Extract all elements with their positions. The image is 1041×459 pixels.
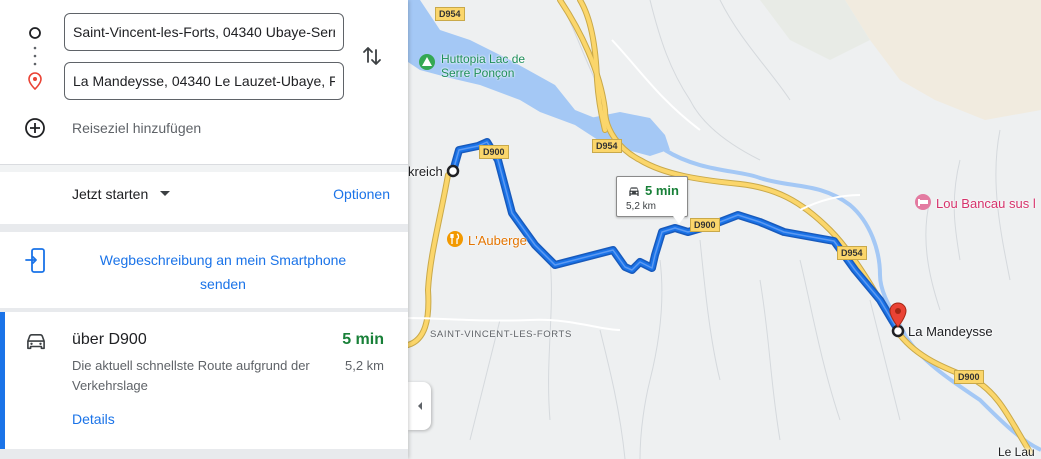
send-to-phone-row[interactable]: Wegbeschreibung an mein Smartphone sende… xyxy=(0,232,408,308)
route-description: Die aktuell schnellste Route aufgrund de… xyxy=(72,358,310,393)
area-label: SAINT-VINCENT-LES-FORTS xyxy=(430,329,572,340)
add-circle-icon xyxy=(25,118,45,138)
route-option[interactable]: über D900 5 min Die aktuell schnellste R… xyxy=(0,312,408,449)
destination-pin-small-icon xyxy=(28,72,42,90)
send-to-phone-line1: Wegbeschreibung an mein Smartphone xyxy=(99,252,347,268)
bubble-distance: 5,2 km xyxy=(626,201,657,212)
route-dots-icon xyxy=(33,46,37,66)
options-row: Jetzt starten Optionen xyxy=(0,172,408,222)
route-info-bubble[interactable]: 5 min 5,2 km xyxy=(616,176,688,224)
bubble-time: 5 min xyxy=(645,183,679,198)
route-distance: 5,2 km xyxy=(344,358,384,373)
origin-map-label: kreich xyxy=(408,164,443,179)
send-to-phone-icon xyxy=(25,248,45,273)
departure-time-dropdown[interactable]: Jetzt starten xyxy=(72,186,171,202)
road-shield-d900: D900 xyxy=(690,218,720,232)
divider xyxy=(0,449,408,459)
options-button[interactable]: Optionen xyxy=(333,186,390,202)
road-shield-d900: D900 xyxy=(954,370,984,384)
add-destination-label: Reiseziel hinzufügen xyxy=(72,120,202,136)
road-shield-d954: D954 xyxy=(592,139,622,153)
town-label: Le Lau xyxy=(998,445,1035,459)
destination-pin-icon[interactable] xyxy=(889,302,907,328)
divider xyxy=(0,224,408,232)
origin-input[interactable] xyxy=(65,14,343,50)
road-shield-d954: D954 xyxy=(435,7,465,21)
road-shield-d900: D900 xyxy=(479,145,509,159)
route-name: über D900 xyxy=(72,331,147,348)
destination-map-label: La Mandeysse xyxy=(908,324,993,339)
route-time: 5 min xyxy=(342,331,384,348)
origin-input-box[interactable] xyxy=(64,13,344,51)
divider xyxy=(0,164,408,172)
collapse-panel-button[interactable] xyxy=(408,382,431,430)
destination-input[interactable] xyxy=(65,63,343,99)
directions-inputs: Reiseziel hinzufügen xyxy=(0,0,408,164)
restaurant-icon[interactable] xyxy=(446,230,464,248)
chevron-left-icon xyxy=(417,402,422,410)
poi-huttopia-line2[interactable]: Serre Ponçon xyxy=(441,66,514,80)
poi-lou-bancau-label[interactable]: Lou Bancau sus l xyxy=(936,196,1036,211)
poi-huttopia-line1[interactable]: Huttopia Lac de xyxy=(441,52,525,66)
origin-circle-icon xyxy=(29,27,41,39)
swap-directions-icon[interactable] xyxy=(360,44,384,68)
road-shield-d954: D954 xyxy=(837,246,867,260)
dropdown-arrow-icon xyxy=(160,191,171,196)
poi-auberge-label[interactable]: L'Auberge xyxy=(468,233,527,248)
hotel-icon[interactable] xyxy=(914,193,932,211)
add-destination-button[interactable]: Reiseziel hinzufügen xyxy=(24,117,201,139)
car-icon xyxy=(27,333,45,350)
campground-icon[interactable] xyxy=(418,53,436,71)
destination-input-box[interactable] xyxy=(64,62,344,100)
car-icon xyxy=(629,187,639,196)
send-to-phone-text[interactable]: Wegbeschreibung an mein Smartphone sende… xyxy=(78,248,368,296)
route-details-link[interactable]: Details xyxy=(72,411,115,427)
send-to-phone-line2: senden xyxy=(200,276,246,292)
departure-time-label: Jetzt starten xyxy=(72,186,149,202)
directions-panel: Reiseziel hinzufügen Jetzt starten Optio… xyxy=(0,0,408,459)
